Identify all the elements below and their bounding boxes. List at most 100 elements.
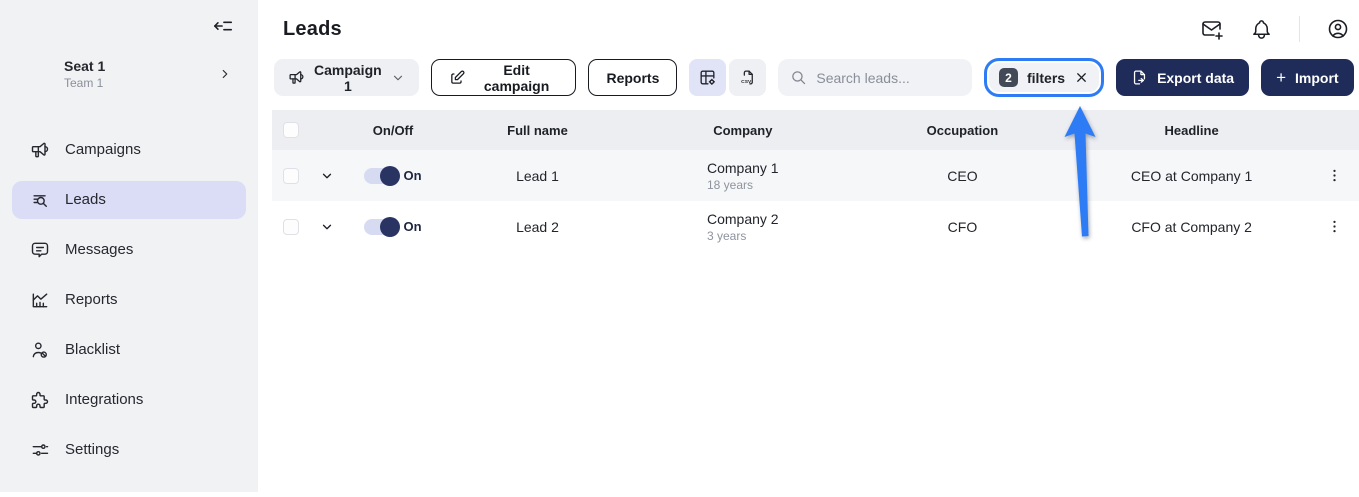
sidebar-item-label: Settings: [65, 441, 120, 458]
filters-count-badge: 2: [998, 68, 1018, 87]
company-tenure: 18 years: [707, 177, 754, 192]
lead-occupation: CFO: [947, 218, 978, 235]
sidebar: Seat 1 Team 1 Campaigns Leads Messages R…: [0, 0, 258, 492]
csv-file-icon: CSV: [738, 68, 757, 87]
row-checkbox[interactable]: [283, 167, 299, 184]
filters-chip-highlight: 2 filters: [983, 58, 1105, 97]
toggle-track: [364, 165, 401, 186]
company-name: Company 1: [707, 159, 779, 176]
filters-chip-label: filters: [1026, 69, 1066, 86]
bar-chart-icon: [30, 290, 50, 310]
filters-chip[interactable]: 2 filters: [988, 63, 1100, 92]
toggle-state-label: On: [403, 168, 422, 183]
seat-selector[interactable]: Seat 1 Team 1: [0, 52, 258, 97]
row-menu-button[interactable]: [1326, 167, 1343, 184]
lead-headline: CEO at Company 1: [1130, 167, 1253, 184]
reports-button[interactable]: Reports: [588, 59, 678, 96]
collapse-sidebar-icon: [212, 15, 234, 37]
seat-title: Seat 1: [64, 58, 106, 74]
clear-filters-button[interactable]: [1074, 70, 1089, 85]
lead-full-name: Lead 1: [516, 167, 559, 184]
lead-company: Company 1 18 years: [707, 160, 779, 192]
user-blocked-icon: [30, 340, 50, 360]
notifications-button[interactable]: [1250, 18, 1273, 41]
sidebar-item-reports[interactable]: Reports: [12, 281, 246, 319]
megaphone-icon: [30, 140, 50, 160]
chevron-down-icon: [391, 71, 405, 85]
close-icon: [1074, 70, 1089, 85]
app-window: Seat 1 Team 1 Campaigns Leads Messages R…: [0, 0, 1359, 492]
sidebar-item-label: Leads: [65, 191, 106, 208]
list-search-icon: [30, 190, 50, 210]
chevron-down-icon: [320, 169, 334, 183]
megaphone-icon: [288, 69, 305, 86]
user-avatar-icon: [1326, 17, 1350, 41]
kebab-menu-icon: [1326, 167, 1343, 184]
table-header-row: On/Off Full name Company Occupation Head…: [272, 110, 1359, 150]
sidebar-item-blacklist[interactable]: Blacklist: [12, 331, 246, 369]
lead-company: Company 2 3 years: [707, 211, 779, 243]
sidebar-item-label: Blacklist: [65, 341, 121, 358]
search-leads-input[interactable]: [816, 69, 960, 86]
toggle-knob: [380, 216, 401, 237]
puzzle-icon: [30, 390, 50, 410]
sidebar-item-leads[interactable]: Leads: [12, 180, 246, 219]
sidebar-item-label: Campaigns: [65, 141, 141, 158]
toggle-track: [364, 216, 401, 237]
edit-pencil-icon: [449, 69, 466, 86]
column-header-fullname: Full name: [507, 122, 568, 138]
edit-campaign-label: Edit campaign: [483, 61, 550, 94]
reports-button-label: Reports: [606, 69, 660, 86]
export-data-button[interactable]: Export data: [1116, 59, 1250, 96]
chevron-right-icon: [218, 67, 232, 81]
lead-full-name: Lead 2: [516, 218, 559, 235]
column-header-occupation: Occupation: [926, 122, 999, 138]
sidebar-item-label: Integrations: [65, 391, 144, 408]
row-menu-button[interactable]: [1326, 218, 1343, 235]
lead-headline: CFO at Company 2: [1131, 218, 1252, 235]
page-title: Leads: [283, 17, 342, 40]
sidebar-item-messages[interactable]: Messages: [12, 231, 246, 269]
chevron-down-icon: [320, 220, 334, 234]
bell-icon: [1250, 18, 1273, 41]
sidebar-item-label: Reports: [65, 291, 118, 308]
select-all-checkbox[interactable]: [283, 122, 299, 138]
mail-plus-icon: [1200, 17, 1224, 41]
toolbar: Campaign 1 Edit campaign Reports CSV Sea…: [258, 42, 1359, 97]
seat-subtitle: Team 1: [64, 75, 104, 90]
sidebar-nav: Campaigns Leads Messages Reports Blackli…: [0, 131, 258, 469]
campaign-selector-label: Campaign 1: [314, 61, 382, 94]
company-tenure: 3 years: [707, 228, 747, 243]
new-message-button[interactable]: [1200, 17, 1224, 41]
column-header-headline: Headline: [1164, 122, 1219, 138]
account-button[interactable]: [1326, 17, 1350, 41]
lead-occupation: CEO: [947, 167, 978, 184]
import-button[interactable]: + Import: [1261, 59, 1354, 96]
csv-view-button[interactable]: CSV: [729, 59, 767, 96]
toggle-knob: [380, 165, 401, 186]
search-leads-box: [778, 59, 972, 96]
sidebar-item-campaigns[interactable]: Campaigns: [12, 131, 246, 169]
column-header-onoff: On/Off: [372, 122, 414, 138]
sidebar-item-integrations[interactable]: Integrations: [12, 381, 246, 419]
collapse-sidebar-button[interactable]: [212, 15, 234, 37]
expand-row-button[interactable]: [320, 220, 334, 234]
table-row-lead-2: On Lead 2 Company 2 3 years CFO CFO at C…: [272, 201, 1359, 252]
top-header: Leads: [258, 0, 1359, 42]
import-label: Import: [1295, 69, 1339, 86]
lead-on-off-toggle[interactable]: On: [364, 216, 422, 237]
expand-row-button[interactable]: [320, 169, 334, 183]
plus-icon: +: [1276, 68, 1287, 87]
view-toggle-group: CSV: [689, 59, 767, 96]
sidebar-item-settings[interactable]: Settings: [12, 431, 246, 469]
header-divider: [1298, 16, 1300, 42]
row-checkbox[interactable]: [283, 218, 299, 235]
campaign-selector[interactable]: Campaign 1: [274, 59, 419, 96]
search-icon: [790, 69, 807, 86]
table-view-button[interactable]: [689, 59, 727, 96]
edit-campaign-button[interactable]: Edit campaign: [430, 59, 577, 96]
export-data-label: Export data: [1157, 69, 1235, 86]
svg-text:CSV: CSV: [742, 79, 753, 85]
leads-table: On/Off Full name Company Occupation Head…: [272, 110, 1359, 252]
lead-on-off-toggle[interactable]: On: [364, 165, 422, 186]
